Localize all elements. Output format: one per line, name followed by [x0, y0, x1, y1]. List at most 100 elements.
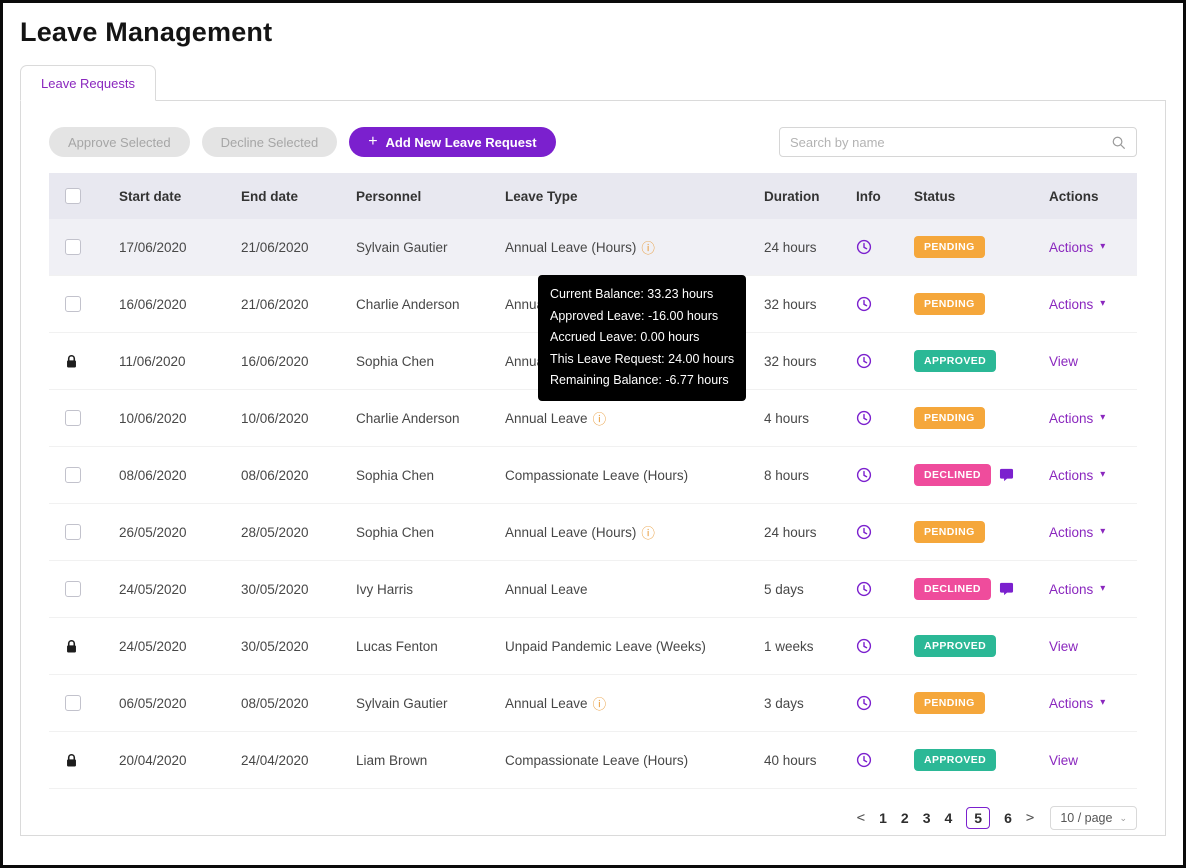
pagination: < 1 2 3 4 5 6 > 10 / page ⌄: [49, 803, 1137, 833]
end-date: 21/06/2020: [241, 296, 309, 312]
clock-icon[interactable]: [856, 581, 872, 597]
pagination-page-1[interactable]: 1: [879, 810, 887, 826]
chevron-down-icon: ▾: [1100, 298, 1106, 309]
start-date: 16/06/2020: [119, 296, 187, 312]
header-personnel: Personnel: [356, 188, 422, 204]
row-checkbox[interactable]: [65, 296, 81, 312]
plus-icon: +: [368, 133, 378, 150]
header-status: Status: [914, 188, 956, 204]
row-checkbox[interactable]: [65, 239, 81, 255]
leave-requests-table: Start date End date Personnel Leave Type…: [49, 173, 1137, 789]
page-size-select[interactable]: 10 / page ⌄: [1050, 806, 1137, 830]
clock-icon[interactable]: [856, 752, 872, 768]
table-row: 06/05/2020 08/05/2020 Sylvain Gautier An…: [49, 675, 1137, 732]
lock-icon: [67, 354, 76, 367]
search-input[interactable]: [790, 134, 1111, 150]
clock-icon[interactable]: [856, 239, 872, 255]
page-title: Leave Management: [20, 17, 273, 47]
pagination-page-4[interactable]: 4: [944, 810, 952, 826]
pagination-next[interactable]: >: [1026, 810, 1034, 826]
tooltip-line: Remaining Balance: -6.77 hours: [550, 373, 729, 387]
status-badge: DECLINED: [914, 578, 991, 600]
row-checkbox[interactable]: [65, 524, 81, 540]
chevron-down-icon: ▾: [1100, 526, 1106, 537]
row-checkbox[interactable]: [65, 410, 81, 426]
clock-icon[interactable]: [856, 638, 872, 654]
end-date: 30/05/2020: [241, 638, 309, 654]
end-date: 30/05/2020: [241, 581, 309, 597]
comment-icon[interactable]: [999, 468, 1014, 482]
lock-icon: [67, 639, 76, 652]
comment-icon[interactable]: [999, 582, 1014, 596]
pagination-prev[interactable]: <: [857, 810, 865, 826]
toolbar: Approve Selected Decline Selected + Add …: [49, 127, 1137, 157]
tab-leave-requests[interactable]: Leave Requests: [20, 65, 156, 101]
start-date: 17/06/2020: [119, 239, 187, 255]
duration: 4 hours: [764, 410, 810, 426]
table-row: 08/06/2020 08/06/2020 Sophia Chen Compas…: [49, 447, 1137, 504]
header-leave-type: Leave Type: [505, 188, 578, 204]
info-icon[interactable]: ⓘ: [641, 237, 655, 257]
header-duration: Duration: [764, 188, 820, 204]
leave-type: Compassionate Leave (Hours): [505, 752, 689, 768]
end-date: 08/05/2020: [241, 695, 309, 711]
tooltip-line: Accrued Leave: 0.00 hours: [550, 330, 700, 344]
duration: 3 days: [764, 695, 804, 711]
end-date: 10/06/2020: [241, 410, 309, 426]
clock-icon[interactable]: [856, 296, 872, 312]
clock-icon[interactable]: [856, 524, 872, 540]
actions-dropdown[interactable]: Actions ▾: [1049, 411, 1105, 426]
chevron-down-icon: ▾: [1100, 241, 1106, 252]
pagination-page-2[interactable]: 2: [901, 810, 909, 826]
add-new-leave-request-button[interactable]: + Add New Leave Request: [349, 127, 556, 157]
status-badge: APPROVED: [914, 749, 997, 771]
chevron-down-icon: ▾: [1100, 697, 1106, 708]
actions-dropdown[interactable]: Actions ▾: [1049, 240, 1105, 255]
balance-tooltip: Current Balance: 33.23 hours Approved Le…: [538, 275, 747, 401]
actions-dropdown[interactable]: Actions ▾: [1049, 696, 1105, 711]
status-badge: PENDING: [914, 293, 985, 315]
actions-dropdown[interactable]: Actions ▾: [1049, 297, 1105, 312]
personnel: Liam Brown: [356, 752, 428, 768]
pagination-page-3[interactable]: 3: [923, 810, 931, 826]
row-checkbox[interactable]: [65, 581, 81, 597]
approve-selected-button[interactable]: Approve Selected: [49, 127, 190, 157]
lock-icon: [67, 753, 76, 766]
view-link[interactable]: View: [1049, 639, 1078, 654]
clock-icon[interactable]: [856, 467, 872, 483]
clock-icon[interactable]: [856, 353, 872, 369]
table-row: 24/05/2020 30/05/2020 Lucas Fenton Unpai…: [49, 618, 1137, 675]
view-link[interactable]: View: [1049, 753, 1078, 768]
info-icon[interactable]: ⓘ: [641, 522, 655, 542]
chevron-down-icon: ▾: [1100, 469, 1106, 480]
table-row: 17/06/2020 21/06/2020 Sylvain Gautier An…: [49, 219, 1137, 276]
pagination-page-6[interactable]: 6: [1004, 810, 1012, 826]
view-link[interactable]: View: [1049, 354, 1078, 369]
page-size-value: 10 / page: [1060, 811, 1113, 825]
info-icon[interactable]: ⓘ: [593, 693, 607, 713]
table-header-row: Start date End date Personnel Leave Type…: [49, 173, 1137, 219]
leave-type: Compassionate Leave (Hours): [505, 467, 689, 483]
decline-selected-button[interactable]: Decline Selected: [201, 127, 338, 157]
leave-type: Annual Leave: [505, 581, 588, 597]
clock-icon[interactable]: [856, 695, 872, 711]
row-checkbox[interactable]: [65, 467, 81, 483]
clock-icon[interactable]: [856, 410, 872, 426]
app-window: Leave Management Leave Requests Approve …: [0, 0, 1186, 868]
row-checkbox[interactable]: [65, 695, 81, 711]
actions-dropdown[interactable]: Actions ▾: [1049, 468, 1105, 483]
status-badge: PENDING: [914, 236, 985, 258]
tooltip-line: This Leave Request: 24.00 hours: [550, 351, 735, 366]
actions-dropdown[interactable]: Actions ▾: [1049, 525, 1105, 540]
select-all-checkbox[interactable]: [65, 188, 81, 204]
end-date: 24/04/2020: [241, 752, 309, 768]
pagination-page-5-current[interactable]: 5: [966, 807, 991, 829]
tooltip-line: Approved Leave: -16.00 hours: [550, 308, 719, 323]
tab-bar: Leave Requests: [20, 64, 1183, 101]
table-row: 20/04/2020 24/04/2020 Liam Brown Compass…: [49, 732, 1137, 789]
start-date: 20/04/2020: [119, 752, 187, 768]
actions-dropdown[interactable]: Actions ▾: [1049, 582, 1105, 597]
header-end-date: End date: [241, 188, 299, 204]
info-icon[interactable]: ⓘ: [593, 408, 607, 428]
leave-type: Annual Leave (Hours)ⓘ: [505, 237, 764, 257]
